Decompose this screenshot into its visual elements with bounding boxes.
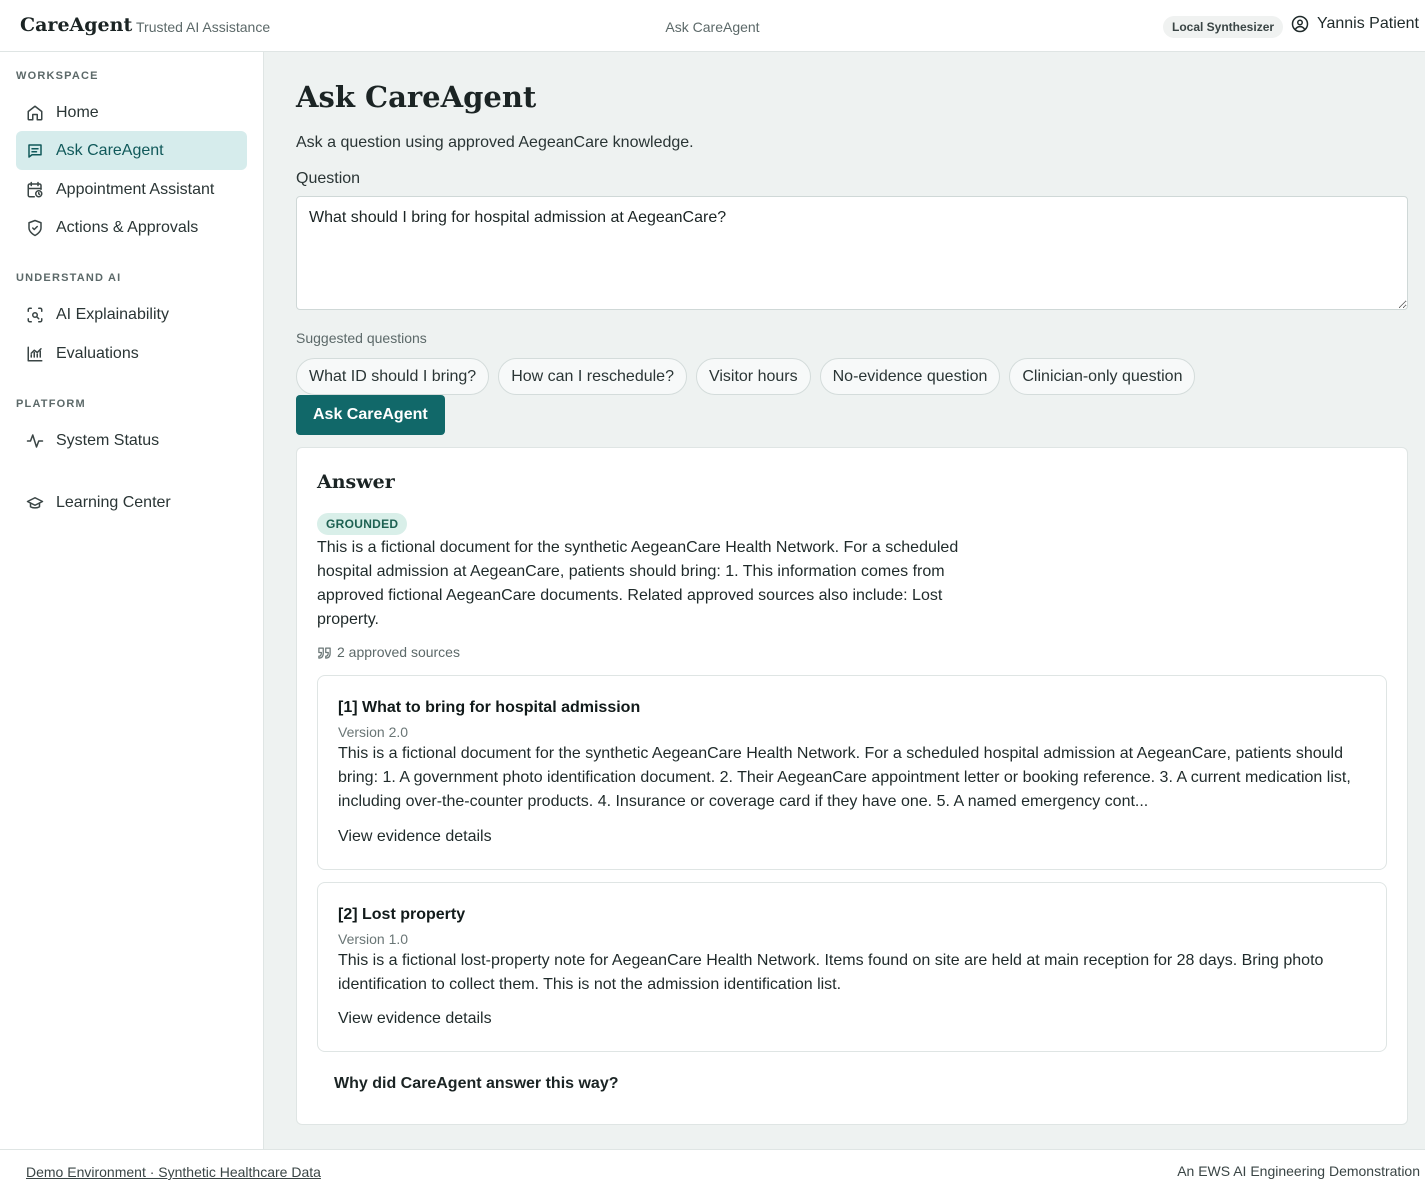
model-badge: Local Synthesizer	[1163, 16, 1284, 38]
sidebar-item-label: Evaluations	[56, 344, 139, 362]
footer: Demo Environment · Synthetic Healthcare …	[0, 1149, 1425, 1190]
brand-logo[interactable]: CareAgent	[20, 14, 132, 36]
question-input[interactable]: What should I bring for hospital admissi…	[296, 196, 1408, 310]
sidebar-item-evaluations[interactable]: Evaluations	[16, 334, 247, 373]
calendar-clock-icon	[27, 181, 43, 197]
grounded-badge: GROUNDED	[317, 513, 408, 535]
sidebar-item-actions-approvals[interactable]: Actions & Approvals	[16, 208, 247, 247]
demo-environment-link[interactable]: Demo Environment · Synthetic Healthcare …	[26, 1164, 321, 1180]
sidebar-item-label: Actions & Approvals	[56, 218, 199, 236]
suggestion-chip-reschedule[interactable]: How can I reschedule?	[498, 358, 687, 395]
sidebar-item-ask-careagent[interactable]: Ask CareAgent	[16, 131, 247, 170]
view-evidence-details-link[interactable]: View evidence details	[338, 828, 492, 846]
sidebar-item-label: AI Explainability	[56, 305, 169, 323]
answer-title: Answer	[317, 471, 395, 493]
sources-count-label: 2 approved sources	[337, 644, 460, 660]
scan-icon	[27, 307, 43, 322]
question-label: Question	[296, 170, 361, 187]
quote-icon	[318, 647, 331, 659]
home-icon	[27, 105, 43, 120]
sidebar-item-ai-explainability[interactable]: AI Explainability	[16, 295, 247, 334]
user-name: Yannis Patient	[1317, 15, 1419, 32]
sidebar: WORKSPACE Home Ask CareAgent Appointment…	[0, 52, 264, 1149]
page-title: Ask CareAgent	[296, 80, 537, 114]
pulse-icon	[26, 433, 44, 448]
sidebar-item-home[interactable]: Home	[16, 93, 247, 132]
sources-count: 2 approved sources	[317, 644, 460, 660]
graduation-cap-icon	[26, 496, 44, 509]
suggestion-chip-visitor-hours[interactable]: Visitor hours	[695, 358, 811, 395]
sidebar-item-label: Home	[56, 103, 99, 121]
source-excerpt: This is a fictional lost-property note f…	[338, 952, 1324, 993]
ask-careagent-button[interactable]: Ask CareAgent	[296, 395, 445, 435]
sidebar-item-label: System Status	[56, 431, 160, 449]
user-menu[interactable]: Yannis Patient	[1291, 15, 1419, 33]
suggested-questions: What ID should I bring? How can I resche…	[296, 358, 1196, 395]
sidebar-item-label: Learning Center	[56, 493, 171, 511]
sidebar-section-understand-ai: UNDERSTAND AI	[16, 272, 122, 284]
source-card: [2] Lost property Version 1.0 This is a …	[317, 882, 1387, 1052]
sidebar-item-appointment-assistant[interactable]: Appointment Assistant	[16, 170, 247, 209]
brand-tagline: Trusted AI Assistance	[136, 19, 271, 35]
suggestion-chip-id[interactable]: What ID should I bring?	[296, 358, 490, 395]
sidebar-item-learning-center[interactable]: Learning Center	[16, 483, 247, 522]
shield-check-icon	[28, 219, 42, 236]
source-card: [1] What to bring for hospital admission…	[317, 675, 1387, 870]
page-subtitle: Ask a question using approved AegeanCare…	[296, 134, 694, 151]
sidebar-item-label: Ask CareAgent	[56, 141, 164, 159]
footer-credit: An EWS AI Engineering Demonstration	[1177, 1163, 1420, 1179]
suggestion-chip-clinician-only[interactable]: Clinician-only question	[1009, 358, 1196, 395]
bar-chart-icon	[27, 346, 43, 361]
source-title: [1] What to bring for hospital admission	[338, 699, 641, 716]
view-evidence-details-link[interactable]: View evidence details	[338, 1010, 492, 1028]
source-title: [2] Lost property	[338, 906, 466, 923]
source-version: Version 2.0	[338, 724, 409, 740]
suggestion-chip-no-evidence[interactable]: No-evidence question	[819, 358, 1001, 395]
top-bar: CareAgent Trusted AI Assistance Ask Care…	[0, 0, 1425, 52]
source-version: Version 1.0	[338, 931, 409, 947]
header-page-title: Ask CareAgent	[665, 19, 760, 35]
sidebar-section-platform: PLATFORM	[16, 398, 86, 410]
answer-text: This is a fictional document for the syn…	[317, 539, 959, 628]
answer-card: Answer GROUNDED This is a fictional docu…	[296, 447, 1408, 1125]
suggested-questions-label: Suggested questions	[296, 330, 427, 346]
why-answer-toggle[interactable]: Why did CareAgent answer this way?	[334, 1075, 619, 1093]
sidebar-item-label: Appointment Assistant	[56, 180, 215, 198]
sidebar-section-workspace: WORKSPACE	[16, 70, 99, 82]
chat-icon	[28, 143, 42, 158]
source-excerpt: This is a fictional document for the syn…	[338, 745, 1351, 810]
user-circle-icon	[1291, 15, 1309, 33]
sidebar-item-system-status[interactable]: System Status	[16, 421, 247, 460]
